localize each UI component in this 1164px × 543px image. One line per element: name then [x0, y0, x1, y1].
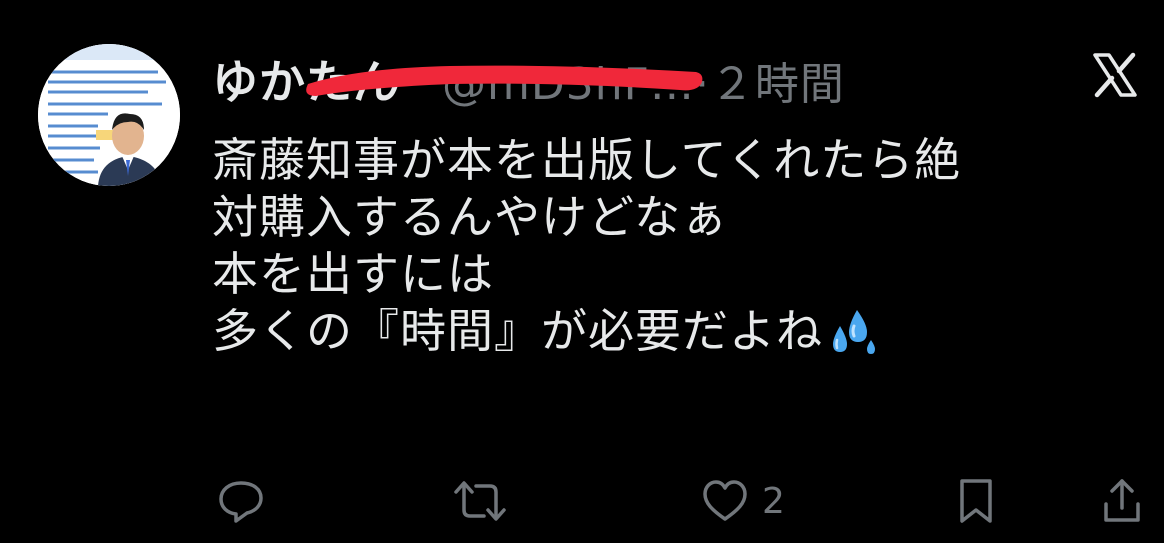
action-bar: 2 — [212, 474, 1152, 528]
bookmark-icon — [960, 479, 992, 523]
share-icon — [1104, 479, 1140, 522]
tweet-line-with-emoji: 多くの『時間』が必要だよね — [212, 303, 1157, 360]
like-count: 2 — [762, 480, 785, 522]
like-icon — [703, 480, 747, 521]
retweet-icon — [454, 481, 506, 521]
retweet-button[interactable] — [450, 474, 510, 528]
reply-icon — [219, 481, 263, 523]
bookmark-button[interactable] — [954, 474, 998, 528]
tweet-line: 対購入するんやけどなぁ — [212, 190, 729, 244]
reply-button[interactable] — [216, 474, 266, 528]
timestamp[interactable]: ２時間 — [710, 59, 845, 110]
x-logo-icon[interactable] — [1092, 52, 1138, 98]
avatar[interactable] — [38, 44, 180, 186]
sweat-droplets-icon — [833, 309, 875, 354]
redaction-mark — [306, 65, 703, 96]
like-button[interactable]: 2 — [700, 474, 785, 528]
avatar-image — [38, 44, 180, 186]
share-button[interactable] — [1100, 474, 1144, 528]
tweet-text: 斎藤知事が本を出版してくれたら絶 対購入するんやけどなぁ 本を出すには 多くの『… — [212, 132, 1157, 360]
tweet-line: 斎藤知事が本を出版してくれたら絶 — [212, 133, 962, 187]
tweet-line: 本を出すには — [212, 247, 494, 301]
tweet-line: 多くの『時間』が必要だよね — [212, 304, 823, 358]
